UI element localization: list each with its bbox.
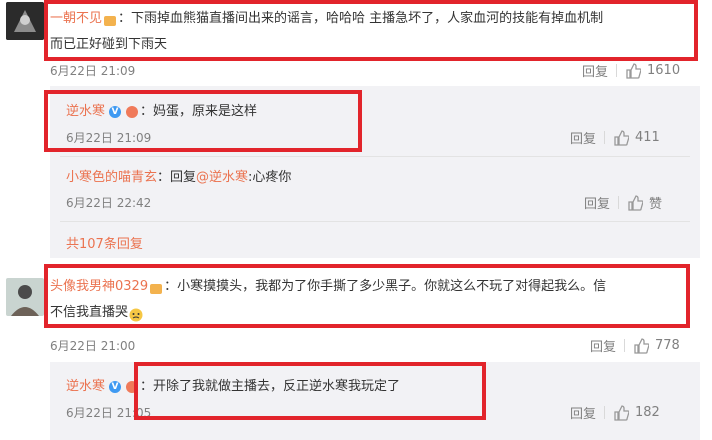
- thumbs-up-icon[interactable]: [627, 194, 644, 211]
- reply-actions: 回复 411: [570, 128, 660, 147]
- like-count[interactable]: 411: [635, 130, 660, 145]
- reply-button[interactable]: 回复: [570, 403, 596, 422]
- like-count[interactable]: 1610: [647, 63, 680, 78]
- divider: [60, 221, 690, 222]
- divider: [604, 131, 606, 144]
- verified-icon: V: [109, 380, 122, 393]
- highlight-box: [44, 264, 690, 328]
- divider: [604, 406, 606, 419]
- reply-button[interactable]: 回复: [570, 128, 596, 147]
- more-replies-link[interactable]: 共107条回复: [66, 233, 143, 252]
- highlight-box: [134, 362, 486, 420]
- avatar-image: [6, 278, 44, 316]
- like-label[interactable]: 赞: [649, 193, 662, 212]
- thumbs-up-icon[interactable]: [613, 404, 630, 421]
- reply-username[interactable]: 逆水寒: [66, 379, 105, 394]
- divider: [616, 64, 618, 77]
- reply-actions: 回复 赞: [584, 193, 662, 212]
- reply-button[interactable]: 回复: [584, 193, 610, 212]
- like-count[interactable]: 182: [635, 405, 660, 420]
- comment-actions: 回复 778: [590, 336, 680, 355]
- thumbs-up-icon[interactable]: [633, 337, 650, 354]
- avatar-image: [6, 2, 44, 40]
- thumbs-up-icon[interactable]: [613, 129, 630, 146]
- reply-text-suffix: :心疼你: [248, 170, 292, 185]
- avatar[interactable]: [6, 278, 44, 316]
- reply-time: 6月22日 22:42: [66, 196, 152, 210]
- reply-username[interactable]: 小寒色的喵青玄: [66, 170, 157, 185]
- reply-button[interactable]: 回复: [590, 336, 616, 355]
- comment-time: 6月22日 21:09: [50, 64, 136, 78]
- thumbs-up-icon[interactable]: [625, 62, 642, 79]
- comment-time: 6月22日 21:00: [50, 339, 136, 353]
- avatar[interactable]: [6, 2, 44, 40]
- highlight-box: [44, 90, 362, 152]
- divider: [624, 339, 626, 352]
- reply-body: 小寒色的喵青玄：回复@逆水寒:心疼你: [66, 166, 291, 185]
- divider: [60, 156, 690, 157]
- highlight-box: [44, 0, 698, 61]
- divider: [618, 196, 620, 209]
- like-count[interactable]: 778: [655, 338, 680, 353]
- mention-link[interactable]: @逆水寒: [196, 170, 248, 185]
- comment-actions: 回复 1610: [582, 61, 680, 80]
- reply-actions: 回复 182: [570, 403, 660, 422]
- reply-text-prefix: ：回复: [157, 170, 197, 185]
- reply-button[interactable]: 回复: [582, 61, 608, 80]
